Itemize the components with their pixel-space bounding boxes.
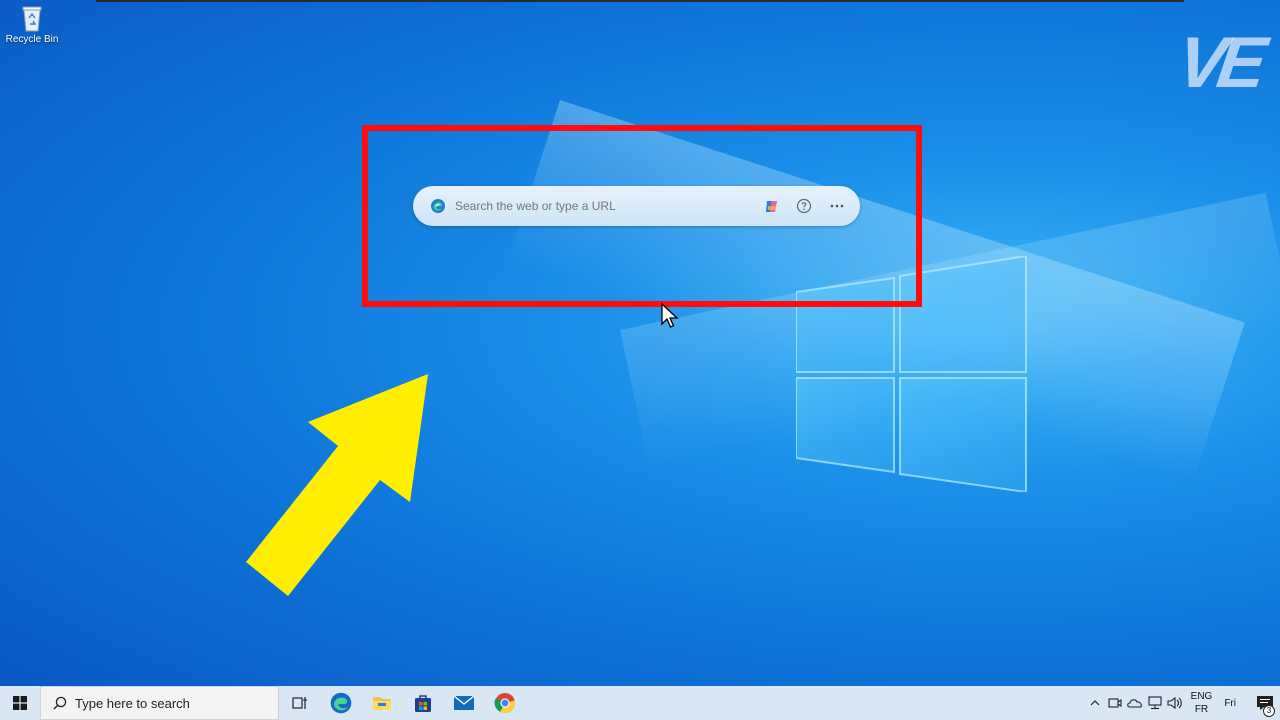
language-secondary: FR <box>1194 704 1209 715</box>
start-button[interactable] <box>0 686 40 720</box>
recycle-bin-label: Recycle Bin <box>5 34 59 45</box>
taskbar: Type here to search ENG FR Fri 3 <box>0 686 1280 720</box>
help-icon <box>796 198 812 214</box>
search-input[interactable] <box>455 199 758 213</box>
taskbar-mail-button[interactable] <box>443 686 484 720</box>
taskbar-search-placeholder: Type here to search <box>75 695 190 711</box>
taskbar-file-explorer-button[interactable] <box>361 686 402 720</box>
search-icon <box>53 696 67 710</box>
network-icon <box>1148 696 1162 710</box>
windows-start-icon <box>13 696 27 710</box>
taskbar-store-button[interactable] <box>402 686 443 720</box>
show-hidden-icons-button[interactable] <box>1085 686 1105 720</box>
taskbar-clock[interactable]: Fri <box>1224 698 1236 709</box>
action-center-button[interactable]: 3 <box>1250 686 1280 720</box>
system-tray: ENG FR Fri 3 <box>1085 686 1280 720</box>
tray-onedrive[interactable] <box>1125 686 1145 720</box>
store-icon <box>414 695 431 712</box>
input-language-indicator[interactable]: ENG FR <box>1191 690 1213 716</box>
pointer-arrow-annotation <box>246 374 428 596</box>
chevron-up-icon <box>1090 700 1100 706</box>
more-options-icon <box>830 204 844 208</box>
speaker-icon <box>1167 696 1182 710</box>
tray-volume[interactable] <box>1165 686 1185 720</box>
language-primary: ENG <box>1190 691 1213 702</box>
edge-search-bar[interactable] <box>413 186 860 226</box>
tray-meet-now[interactable] <box>1105 686 1125 720</box>
notification-count-badge: 3 <box>1263 705 1275 717</box>
mouse-cursor-icon <box>661 302 679 328</box>
recycle-bin[interactable]: Recycle Bin <box>4 4 60 45</box>
chrome-icon <box>494 693 515 714</box>
recycle-bin-icon <box>22 6 42 32</box>
taskbar-search-box[interactable]: Type here to search <box>40 686 279 720</box>
top-border-line <box>96 0 1184 2</box>
edge-icon <box>330 692 351 714</box>
mail-icon <box>453 695 474 710</box>
more-options-button[interactable] <box>824 193 850 219</box>
task-view-button[interactable] <box>279 686 320 720</box>
cloud-icon <box>1126 699 1142 708</box>
task-view-icon <box>291 697 307 709</box>
edge-icon <box>431 199 445 213</box>
tray-network[interactable] <box>1145 686 1165 720</box>
copilot-icon <box>765 200 777 212</box>
channel-watermark-logo: VE <box>1172 23 1264 103</box>
copilot-button[interactable] <box>758 193 784 219</box>
taskbar-edge-button[interactable] <box>320 686 361 720</box>
file-explorer-icon <box>372 697 391 710</box>
help-button[interactable] <box>791 193 817 219</box>
camera-icon <box>1108 698 1122 708</box>
taskbar-chrome-button[interactable] <box>484 686 525 720</box>
